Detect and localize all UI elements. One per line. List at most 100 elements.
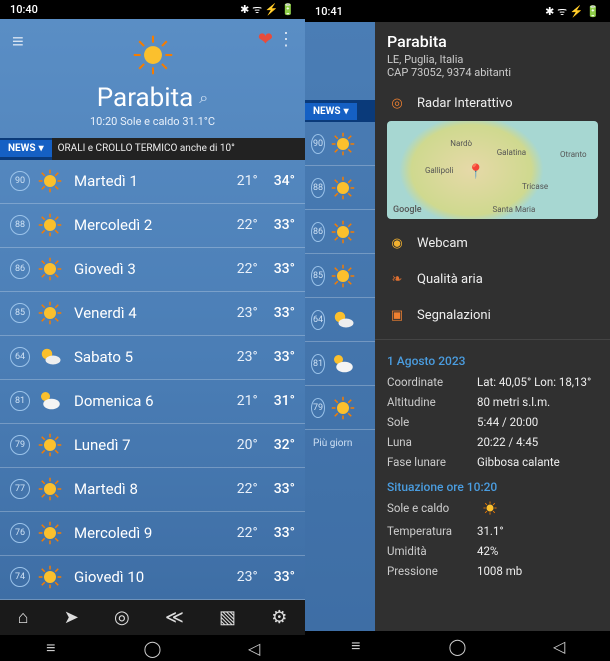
news-button[interactable]: NEWS▾	[305, 103, 357, 120]
weather-icon	[36, 211, 64, 239]
reliability-badge: 81	[311, 354, 325, 374]
reliability-badge: 90	[10, 171, 30, 191]
forecast-row[interactable]: 76 Mercoledì 9 22° 33°	[0, 512, 305, 556]
temp-low: 20°	[237, 437, 258, 453]
day-name: Mercoledì 9	[74, 524, 237, 542]
forecast-row[interactable]: 88 Mercoledì 2 22° 33°	[0, 204, 305, 248]
reports-row[interactable]: ▣ Segnalazioni	[375, 297, 610, 333]
forecast-row[interactable]: 90 Martedì 1 21° 34°	[0, 160, 305, 204]
share-icon[interactable]: ≪	[165, 607, 184, 628]
location-icon[interactable]: ➤	[64, 607, 79, 628]
temp-high: 33°	[274, 525, 295, 541]
forecast-row[interactable]: 86 G	[305, 210, 375, 254]
weather-icon	[331, 350, 355, 378]
forecast-row[interactable]: 77 Martedì 8 22° 33°	[0, 468, 305, 512]
home-icon[interactable]: ⌂	[18, 607, 29, 628]
webcam-label: Webcam	[417, 236, 468, 251]
info-row: Coordinate Lat: 40,05° Lon: 18,13°	[375, 372, 610, 392]
info-value: 20:22 / 4:45	[477, 435, 598, 449]
reliability-badge: 79	[10, 435, 30, 455]
situation-row: Sole e caldo	[375, 498, 610, 521]
news-bar[interactable]: NEWS▾	[305, 100, 375, 122]
forecast-row[interactable]: 74 Giovedì 10 23° 33°	[0, 556, 305, 600]
temp-low: 23°	[237, 305, 258, 321]
forecast-row[interactable]: 90 M	[305, 122, 375, 166]
temp-low: 22°	[237, 261, 258, 277]
map-preview[interactable]: 📍 Nardò Galatina Gallipoli Otranto Trica…	[387, 121, 598, 219]
chevron-down-icon: ▾	[39, 143, 44, 154]
google-logo: Google	[393, 205, 422, 215]
weather-icon	[36, 343, 64, 371]
city-name: Parabita	[97, 83, 193, 113]
nav-home-icon[interactable]: ◯	[447, 637, 467, 656]
radar-row[interactable]: ◎ Radar Interattivo	[375, 85, 610, 121]
bottom-nav: ⌂ ➤ ◎ ≪ ▧ ⚙	[0, 600, 305, 636]
weather-icon	[36, 255, 64, 283]
forecast-row[interactable]: 81 D	[305, 342, 375, 386]
radar-icon: ◎	[387, 93, 407, 113]
temp-low: 23°	[237, 349, 258, 365]
forecast-list[interactable]: 90 Martedì 1 21° 34° 88 Mercoledì 2 22° …	[0, 160, 305, 600]
forecast-row[interactable]: 86 Giovedì 3 22° 33°	[0, 248, 305, 292]
info-key: Luna	[387, 435, 477, 449]
situation-row: Pressione 1008 mb	[375, 561, 610, 581]
menu-icon[interactable]: ≡	[12, 29, 24, 54]
nav-back-icon[interactable]: ◁	[549, 637, 569, 656]
nav-menu-icon[interactable]: ≡	[346, 636, 366, 656]
reliability-badge: 64	[10, 347, 30, 367]
radar-label: Radar Interattivo	[417, 96, 512, 111]
news-button[interactable]: NEWS▾	[0, 140, 52, 157]
reliability-badge: 81	[10, 391, 30, 411]
weather-icon	[36, 475, 64, 503]
favorite-icon[interactable]: ❤	[258, 29, 273, 50]
news-bar[interactable]: NEWS▾ ORALI e CROLLO TERMICO anche di 10…	[0, 138, 305, 160]
air-row[interactable]: ❧ Qualità aria	[375, 261, 610, 297]
weather-icon	[36, 519, 64, 547]
day-name: Mercoledì 2	[74, 216, 237, 234]
day-name: Giovedì 10	[74, 568, 237, 586]
forecast-row[interactable]: 85 Venerdì 4 23° 33°	[0, 292, 305, 336]
nav-menu-icon[interactable]: ≡	[41, 638, 61, 658]
reliability-badge: 85	[311, 266, 325, 286]
reliability-badge: 74	[10, 567, 30, 587]
settings-icon[interactable]: ⚙	[271, 607, 287, 628]
temp-high: 33°	[274, 305, 295, 321]
nav-home-icon[interactable]: ◯	[142, 639, 162, 658]
header: ≡ ❤ ⋮ Parabita ⌕ 10:20 Sole e caldo 31.1…	[0, 19, 305, 132]
more-days-label[interactable]: Più giorn	[305, 430, 375, 457]
radar-nav-icon[interactable]: ◎	[114, 607, 130, 628]
forecast-row[interactable]: 88 M	[305, 166, 375, 210]
situation-key: Temperatura	[387, 524, 477, 538]
cloud-icon[interactable]: ▧	[219, 607, 236, 628]
temp-low: 21°	[237, 393, 258, 409]
forecast-row[interactable]: 81 Domenica 6 21° 31°	[0, 380, 305, 424]
reliability-badge: 64	[311, 310, 325, 330]
detail-screen: NEWS▾ 90 M 88 M 86 G 85 V 64 S 81 D	[305, 22, 610, 631]
day-name: Martedì 8	[74, 480, 237, 498]
forecast-row[interactable]: 85 V	[305, 254, 375, 298]
forecast-row[interactable]: 64 S	[305, 298, 375, 342]
background-strip: NEWS▾ 90 M 88 M 86 G 85 V 64 S 81 D	[305, 22, 375, 631]
webcam-row[interactable]: ◉ Webcam	[375, 225, 610, 261]
weather-icon	[36, 167, 64, 195]
temp-low: 22°	[237, 481, 258, 497]
temp-high: 33°	[274, 217, 295, 233]
reliability-badge: 88	[311, 178, 325, 198]
forecast-row[interactable]: 64 Sabato 5 23° 33°	[0, 336, 305, 380]
panel-cap: CAP 73052, 9374 abitanti	[387, 66, 598, 79]
nav-back-icon[interactable]: ◁	[244, 639, 264, 658]
search-icon[interactable]: ⌕	[199, 88, 208, 108]
temp-high: 33°	[274, 349, 295, 365]
panel-header: Parabita LE, Puglia, Italia CAP 73052, 9…	[375, 22, 610, 85]
situation-key: Sole e caldo	[387, 501, 477, 518]
temp-high: 31°	[274, 393, 295, 409]
city-title[interactable]: Parabita ⌕	[12, 83, 293, 113]
temp-low: 22°	[237, 217, 258, 233]
forecast-row[interactable]: 79 L	[305, 386, 375, 430]
overflow-icon[interactable]: ⋮	[277, 29, 295, 50]
android-nav: ≡ ◯ ◁	[305, 631, 610, 661]
forecast-row[interactable]: 79 Lunedì 7 20° 32°	[0, 424, 305, 468]
weather-icon	[36, 563, 64, 591]
info-row: Luna 20:22 / 4:45	[375, 432, 610, 452]
sun-icon	[483, 501, 497, 518]
